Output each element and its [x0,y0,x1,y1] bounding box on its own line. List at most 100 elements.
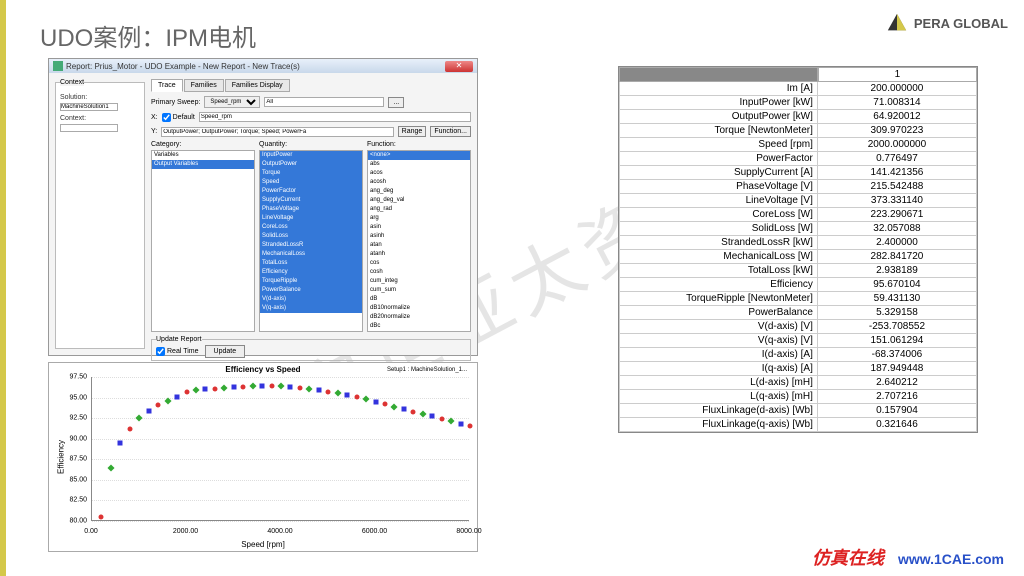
tab-families[interactable]: Families [184,79,224,92]
list-item[interactable]: cos [368,259,470,268]
tab-trace[interactable]: Trace [151,79,183,92]
list-item[interactable]: ang_rad [368,205,470,214]
data-point [468,424,473,429]
y-tick: 97.50 [49,374,87,381]
data-point [297,385,302,390]
list-item[interactable]: abs [368,160,470,169]
tab-families-display[interactable]: Families Display [225,79,290,92]
update-button[interactable]: Update [205,345,246,358]
footer-cn: 仿真在线 [812,544,884,570]
list-item[interactable]: asinh [368,232,470,241]
footer: 仿真在线 www.1CAE.com [812,544,1004,570]
quantity-list[interactable]: InputPowerOutputPowerTorqueSpeedPowerFac… [259,150,363,332]
list-item[interactable]: TotalLoss [260,259,362,268]
data-point [382,402,387,407]
table-row: L(d-axis) [mH]2.640212 [619,376,977,390]
x-default-check[interactable] [162,113,171,122]
list-item[interactable]: dBc [368,322,470,331]
y-tick: 80.00 [49,518,87,525]
data-point [430,414,435,419]
logo: PERA GLOBAL [886,12,1008,34]
data-point [118,440,123,445]
list-item[interactable]: dB [368,295,470,304]
x-tick: 8000.00 [456,528,481,535]
list-item[interactable]: InputPower [260,151,362,160]
list-item[interactable]: dB20normalize [368,313,470,322]
data-point [354,394,359,399]
table-row: V(q-axis) [V]151.061294 [619,334,977,348]
list-item[interactable]: Output Variables [152,160,254,169]
list-item[interactable]: ang_deg [368,187,470,196]
dialog-title: Report: Prius_Motor - UDO Example - New … [66,62,445,71]
y-tick: 90.00 [49,435,87,442]
data-point [316,388,321,393]
table-row: LineVoltage [V]373.331140 [619,194,977,208]
data-point [373,399,378,404]
context-legend: Context [60,79,84,86]
list-item[interactable]: cosh [368,268,470,277]
list-item[interactable]: PhaseVoltage [260,205,362,214]
data-point [99,514,104,519]
sweep-more-button[interactable]: ... [388,97,404,108]
list-item[interactable]: cum_sum [368,286,470,295]
table-row: I(q-axis) [A]187.949448 [619,362,977,376]
table-row: I(d-axis) [A]-68.374006 [619,348,977,362]
solution-select[interactable] [60,103,118,111]
efficiency-chart: Efficiency vs Speed Setup1 : MachineSolu… [48,362,478,552]
close-icon[interactable]: ✕ [445,61,473,72]
category-list[interactable]: VariablesOutput Variables [151,150,255,332]
list-item[interactable]: acosh [368,178,470,187]
list-item[interactable]: PowerBalance [260,286,362,295]
plot-area [91,377,469,521]
list-item[interactable]: acos [368,169,470,178]
list-item[interactable]: TorqueRipple [260,277,362,286]
data-point [345,393,350,398]
table-row: MechanicalLoss [W]282.841720 [619,250,977,264]
list-item[interactable]: ang_deg_val [368,196,470,205]
list-item[interactable]: Variables [152,151,254,160]
list-item[interactable]: SolidLoss [260,232,362,241]
data-point [192,387,199,394]
data-point [184,389,189,394]
list-item[interactable]: StrandedLossR [260,241,362,250]
list-item[interactable]: arg [368,214,470,223]
x-value[interactable] [199,112,471,122]
list-item[interactable]: LineVoltage [260,214,362,223]
context-input[interactable] [60,124,118,132]
list-item[interactable]: OutputPower [260,160,362,169]
list-item[interactable]: V(d-axis) [260,295,362,304]
list-item[interactable]: Torque [260,169,362,178]
list-item[interactable]: asin [368,223,470,232]
footer-url: www.1CAE.com [898,551,1004,567]
data-point [146,408,151,413]
y-value[interactable] [161,127,393,137]
range-button[interactable]: Range [398,126,427,137]
list-item[interactable]: PowerFactor [260,187,362,196]
dialog-icon [53,61,63,71]
list-item[interactable]: <none> [368,151,470,160]
dialog-titlebar[interactable]: Report: Prius_Motor - UDO Example - New … [49,59,477,73]
data-point [277,383,284,390]
list-item[interactable]: atan [368,241,470,250]
table-row: PowerFactor0.776497 [619,152,977,166]
data-point [306,385,313,392]
function-button[interactable]: Function... [430,126,471,137]
list-item[interactable]: dB10normalize [368,304,470,313]
list-item[interactable]: V(q-axis) [260,304,362,313]
results-table: 1Im [A]200.000000InputPower [kW]71.00831… [618,66,978,433]
realtime-check[interactable] [156,347,165,356]
list-item[interactable]: cum_integ [368,277,470,286]
list-item[interactable]: Efficiency [260,268,362,277]
list-item[interactable]: Speed [260,178,362,187]
list-item[interactable]: CoreLoss [260,223,362,232]
list-item[interactable]: MechanicalLoss [260,250,362,259]
data-point [419,410,426,417]
sweep-all[interactable] [264,97,384,107]
list-item[interactable]: SupplyCurrent [260,196,362,205]
data-point [107,464,114,471]
function-list[interactable]: <none>absacosacoshang_degang_deg_valang_… [367,150,471,332]
list-item[interactable]: atanh [368,250,470,259]
y-label: Y: [151,128,157,135]
sweep-select[interactable]: Speed_rpm [204,96,260,108]
data-point [326,389,331,394]
